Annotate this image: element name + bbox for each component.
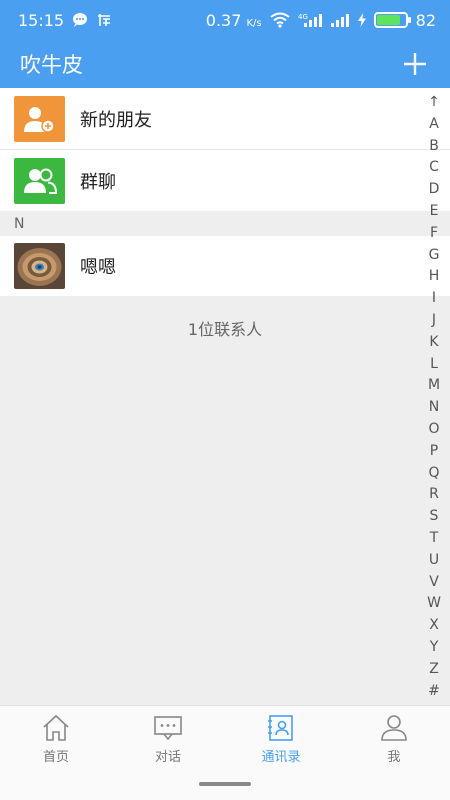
home-indicator[interactable] — [199, 782, 251, 786]
group-icon — [14, 157, 65, 204]
alpha-index-letter[interactable]: H — [429, 266, 440, 288]
alpha-index-letter[interactable]: ↑ — [428, 92, 440, 114]
app-title: 吹牛皮 — [20, 53, 83, 77]
contact-name: 嗯嗯 — [80, 257, 116, 278]
alpha-index-letter[interactable]: P — [430, 441, 438, 463]
wifi-icon — [270, 12, 290, 28]
alpha-index-letter[interactable]: U — [429, 550, 439, 572]
home-icon — [43, 714, 69, 741]
nav-home-label: 首页 — [42, 750, 69, 765]
battery-level — [376, 15, 400, 25]
alpha-index-letter[interactable]: S — [430, 506, 439, 528]
nav-chat[interactable]: 对话 — [112, 714, 224, 765]
chat-icon — [154, 716, 182, 741]
taobao-icon — [96, 12, 112, 28]
group-chat-label: 群聊 — [80, 171, 116, 193]
alpha-index-letter[interactable]: M — [428, 375, 440, 397]
battery-percent: 82 — [415, 10, 436, 30]
status-bar: 15:15 0.37 K/s 4G 82 — [0, 0, 450, 40]
alpha-index-letter[interactable]: E — [430, 201, 439, 223]
battery-icon — [373, 12, 411, 28]
alpha-index-letter[interactable]: T — [430, 528, 439, 550]
alpha-index-letter[interactable]: W — [427, 593, 441, 615]
alpha-index-letter[interactable]: # — [428, 681, 440, 703]
alpha-index-letter[interactable]: Q — [428, 463, 439, 485]
network-speed: 0.37 K/s — [205, 10, 262, 30]
alpha-index-letter[interactable]: Y — [430, 637, 439, 659]
signal-4g-icon: 4G — [298, 12, 322, 28]
alphabet-index[interactable]: ↑ A B C D E F G H I J K L M N O P Q R S T U V W X Y Z # — [422, 92, 446, 702]
user-icon — [381, 715, 407, 741]
bottom-nav: 首页 对话 通讯录 我 — [0, 705, 450, 800]
alpha-index-letter[interactable]: N — [429, 397, 439, 419]
svg-text:4G: 4G — [298, 13, 308, 21]
plus-icon — [404, 53, 426, 75]
chat-bubble-icon — [72, 12, 88, 28]
alpha-index-letter[interactable]: G — [429, 245, 440, 267]
alpha-index-letter[interactable]: C — [429, 157, 439, 179]
alpha-index-letter[interactable]: I — [432, 288, 436, 310]
status-right: 0.37 K/s 4G 82 — [206, 11, 436, 30]
add-friend-icon — [14, 95, 65, 142]
section-header-n: N — [0, 211, 450, 236]
nav-chat-label: 对话 — [154, 750, 181, 765]
alpha-index-letter[interactable]: L — [430, 354, 438, 376]
contact-count: 1位联系人 — [187, 320, 263, 339]
alpha-index-letter[interactable]: A — [429, 114, 439, 136]
alpha-index-letter[interactable]: J — [432, 310, 436, 332]
nav-home[interactable]: 首页 — [0, 714, 112, 765]
alpha-index-letter[interactable]: D — [429, 179, 440, 201]
group-chat-item[interactable]: 群聊 — [0, 150, 450, 211]
add-button[interactable] — [400, 49, 430, 79]
app-bar: 吹牛皮 — [0, 40, 450, 88]
contact-avatar — [14, 243, 65, 289]
new-friends-item[interactable]: 新的朋友 — [0, 88, 450, 149]
contacts-book-icon — [268, 715, 293, 741]
alpha-index-letter[interactable]: Z — [429, 659, 439, 681]
nav-me[interactable]: 我 — [338, 714, 450, 765]
alpha-index-letter[interactable]: K — [429, 332, 438, 354]
contact-item[interactable]: 嗯嗯 — [0, 236, 450, 296]
status-time: 15:15 — [18, 10, 65, 30]
alpha-index-letter[interactable]: R — [429, 484, 439, 506]
alpha-index-letter[interactable]: V — [429, 572, 439, 594]
alpha-index-letter[interactable]: F — [430, 223, 438, 245]
nav-contacts[interactable]: 通讯录 — [225, 714, 337, 765]
charging-icon — [357, 13, 366, 27]
contacts-list: 新的朋友 群聊 N 嗯嗯 1位联系人 ↑ A B C D E F G H I J K L M N O P Q R S T… — [0, 88, 450, 705]
signal-icon — [330, 12, 350, 28]
status-left: 15:15 — [18, 11, 112, 30]
new-friends-label: 新的朋友 — [80, 109, 152, 131]
alpha-index-letter[interactable]: B — [429, 136, 439, 158]
nav-contacts-label: 通讯录 — [261, 750, 301, 765]
alpha-index-letter[interactable]: X — [429, 615, 439, 637]
alpha-index-letter[interactable]: O — [428, 419, 439, 441]
nav-me-label: 我 — [387, 750, 401, 765]
